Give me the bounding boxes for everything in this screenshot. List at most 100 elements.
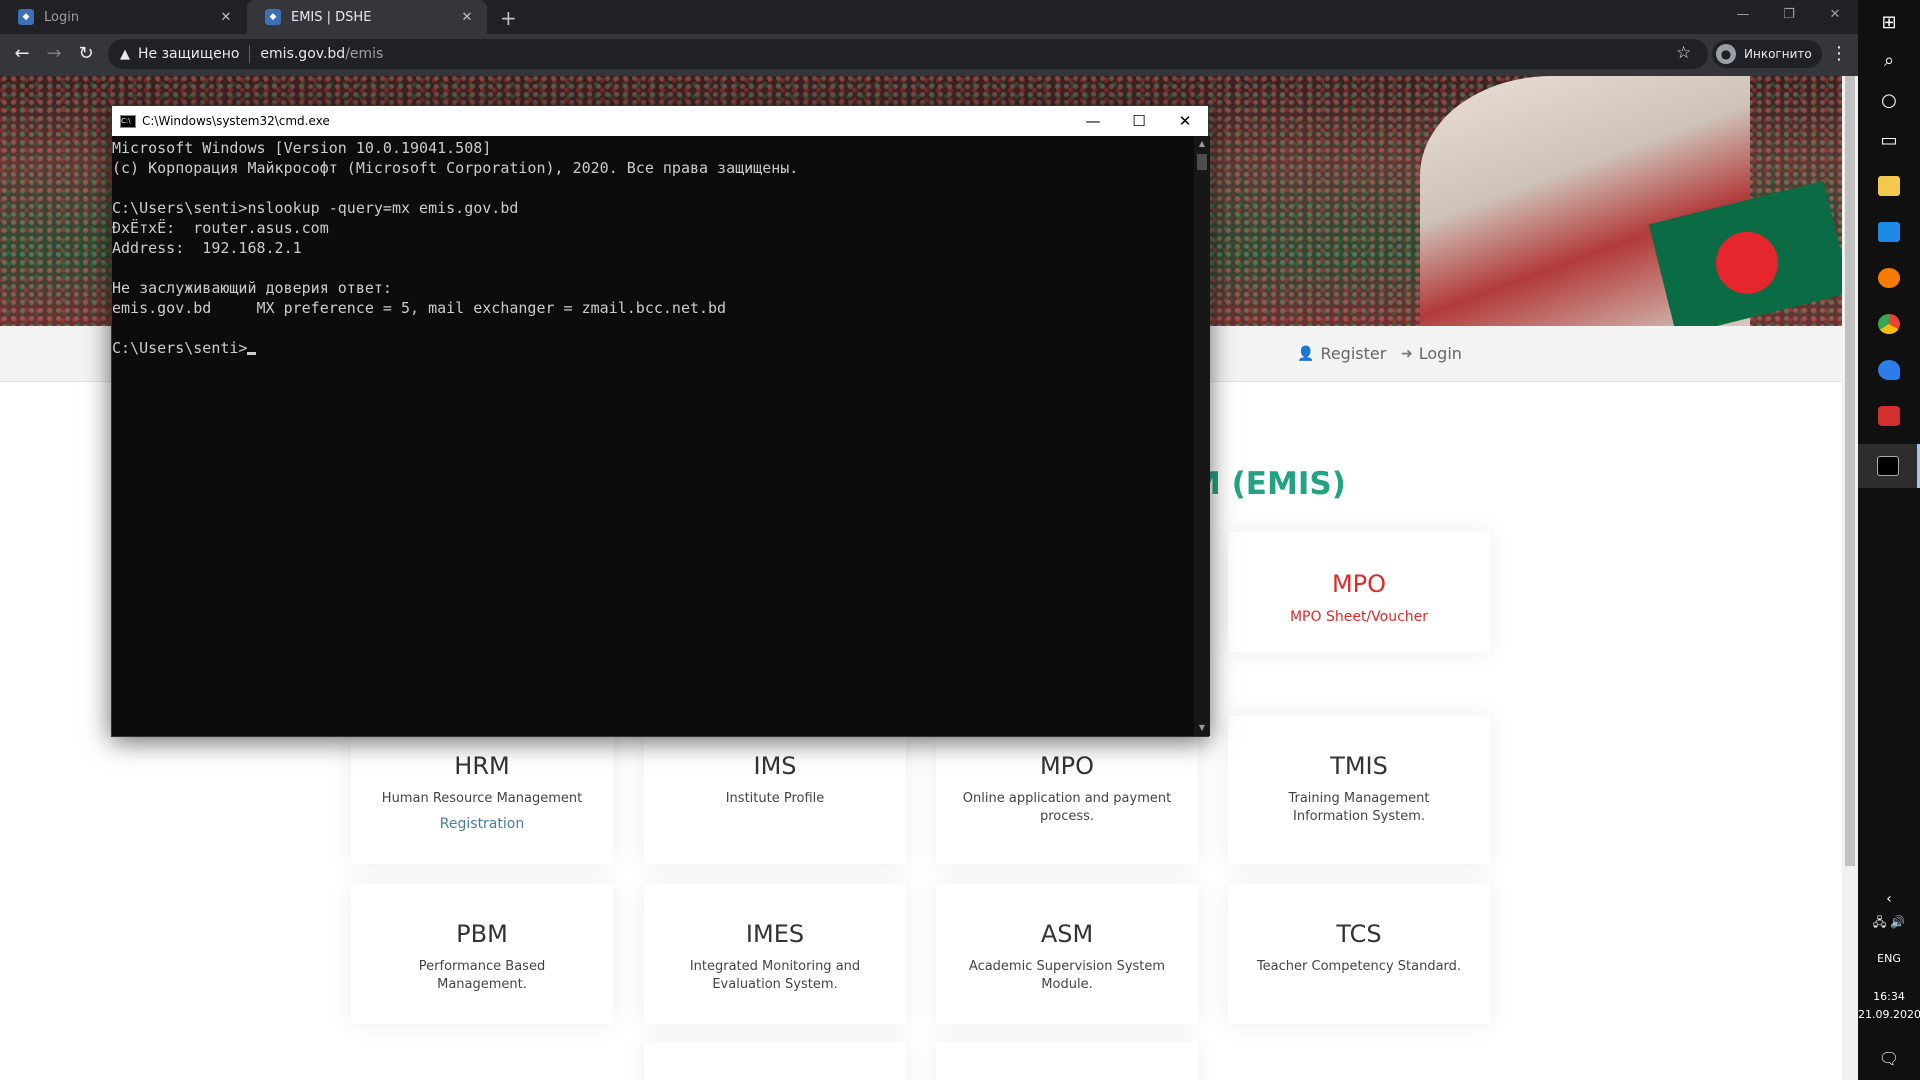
- task-view-icon[interactable]: ▭: [1858, 118, 1920, 162]
- reload-icon[interactable]: ↻: [74, 42, 98, 66]
- register-label: Register: [1320, 344, 1387, 363]
- card-description: Academic Supervision System Module.: [968, 959, 1166, 992]
- flag-disc: [1709, 225, 1785, 301]
- browser-menu-icon[interactable]: ⋮: [1830, 43, 1848, 64]
- incognito-badge[interactable]: ● Инкогнито: [1712, 40, 1822, 68]
- sign-in-icon: ➜: [1401, 345, 1413, 362]
- card-title: IMS: [753, 752, 797, 780]
- incognito-icon: ●: [1716, 44, 1736, 64]
- divider: [249, 45, 251, 63]
- scroll-up-icon[interactable]: ▲: [1194, 136, 1210, 152]
- tab-close-icon[interactable]: ✕: [459, 10, 475, 25]
- register-link[interactable]: 👤 Register: [1297, 344, 1386, 363]
- user-icon: 👤: [1297, 345, 1315, 362]
- cmd-line: [112, 178, 1194, 198]
- card-asm[interactable]: ASM Academic Supervision System Module.: [936, 884, 1198, 1024]
- card-imes[interactable]: IMES Integrated Monitoring and Evaluatio…: [644, 884, 906, 1024]
- card-mpo-online[interactable]: MPO Online application and payment proce…: [936, 716, 1198, 864]
- card-title: PBM: [456, 920, 508, 948]
- tab-close-icon[interactable]: ✕: [218, 10, 234, 25]
- card-description: Teacher Competency Standard.: [1256, 959, 1462, 974]
- url-host: emis.gov.bd: [260, 46, 346, 62]
- cmd-line: C:\Users\senti>nslookup -query=mx emis.g…: [112, 199, 519, 217]
- mail-icon[interactable]: [1858, 210, 1920, 254]
- card-hrm[interactable]: HRM Human Resource Management Registrati…: [351, 716, 613, 864]
- page-scrollbar[interactable]: [1842, 76, 1858, 1080]
- app-orange-icon[interactable]: [1858, 256, 1920, 300]
- tab-login[interactable]: ◆ Login ✕: [0, 0, 246, 34]
- card-title: TMIS: [1330, 752, 1388, 780]
- bookmark-star-icon[interactable]: ☆: [1676, 43, 1691, 63]
- show-hidden-icons-icon[interactable]: ‹: [1858, 886, 1920, 912]
- browser-toolbar: ← → ↻ ▲ Не защищено emis.gov.bd/emis ☆ ●…: [0, 34, 1858, 76]
- incognito-label: Инкогнито: [1744, 47, 1812, 61]
- cmd-line: emis.gov.bd MX preference = 5, mail exch…: [112, 299, 727, 317]
- browser-tab-strip: ◆ Login ✕ ◆ EMIS | DSHE ✕ + — ❐ ✕: [0, 0, 1858, 34]
- chrome-icon[interactable]: [1858, 302, 1920, 346]
- cmd-line: ÐxЁтxЁ: router.asus.com: [112, 219, 329, 237]
- cmd-prompt-line[interactable]: C:\Users\senti>: [112, 338, 1194, 358]
- registration-link[interactable]: Registration: [351, 816, 613, 832]
- cortana-icon[interactable]: ○: [1858, 78, 1920, 122]
- back-arrow-icon[interactable]: ←: [10, 42, 34, 66]
- card-pbm[interactable]: PBM Performance Based Management.: [351, 884, 613, 1024]
- scrollbar-thumb[interactable]: [1845, 76, 1855, 866]
- cmd-titlebar[interactable]: C:\ C:\Windows\system32\cmd.exe — ☐ ✕: [112, 106, 1208, 136]
- cmd-scrollbar[interactable]: ▲ ▼: [1194, 136, 1210, 736]
- tab-emis[interactable]: ◆ EMIS | DSHE ✕: [247, 0, 487, 34]
- cmd-scroll-thumb[interactable]: [1197, 154, 1207, 170]
- cmd-line: [112, 318, 1194, 338]
- card-title: MPO: [1039, 752, 1095, 780]
- network-volume-icon[interactable]: 🖧 🔊: [1858, 912, 1920, 934]
- page-heading: M (EMIS): [1190, 466, 1346, 502]
- cmd-close-button[interactable]: ✕: [1162, 106, 1208, 136]
- text-cursor: [247, 352, 257, 355]
- address-bar[interactable]: ▲ Не защищено emis.gov.bd/emis: [108, 39, 1708, 69]
- cmd-console-output[interactable]: Microsoft Windows [Version 10.0.19041.50…: [112, 136, 1194, 736]
- cmd-maximize-button[interactable]: ☐: [1116, 106, 1162, 136]
- card-description: MPO Sheet/Voucher: [1289, 609, 1429, 625]
- card-title: MPO: [1331, 570, 1387, 598]
- card-title: IMES: [745, 920, 805, 948]
- notifications-icon[interactable]: 🗨: [1858, 1040, 1920, 1076]
- card-description: Human Resource Management: [381, 791, 583, 806]
- card-tmis[interactable]: TMIS Training Management Information Sys…: [1228, 716, 1490, 864]
- clock-time[interactable]: 16:34: [1858, 990, 1920, 1003]
- windows-taskbar: ⊞ ⌕ ○ ▭ ‹ 🖧 🔊 ENG 16:34 21.09.2020 🗨: [1858, 0, 1920, 1080]
- card-ims[interactable]: IMS Institute Profile: [644, 716, 906, 864]
- app-red-icon[interactable]: [1858, 394, 1920, 438]
- card-partial[interactable]: [644, 1042, 906, 1080]
- cmd-window[interactable]: C:\ C:\Windows\system32\cmd.exe — ☐ ✕ Mi…: [111, 105, 1210, 737]
- site-favicon-icon: ◆: [18, 9, 34, 25]
- window-minimize-button[interactable]: —: [1720, 0, 1766, 30]
- card-title: ASM: [1040, 920, 1094, 948]
- window-restore-button[interactable]: ❐: [1766, 0, 1812, 30]
- card-title: HRM: [454, 752, 510, 780]
- card-description: Institute Profile: [725, 791, 825, 806]
- cmd-line: (c) Корпорация Майкрософт (Microsoft Cor…: [112, 159, 799, 177]
- language-indicator[interactable]: ENG: [1858, 952, 1920, 965]
- tab-label: EMIS | DSHE: [291, 9, 372, 25]
- file-explorer-icon[interactable]: [1858, 164, 1920, 208]
- cmd-line: Microsoft Windows [Version 10.0.19041.50…: [112, 139, 492, 157]
- card-mpo-sheet[interactable]: MPO MPO Sheet/Voucher: [1228, 532, 1490, 652]
- cmd-taskbar-icon[interactable]: [1858, 444, 1920, 488]
- scroll-down-icon[interactable]: ▼: [1194, 720, 1210, 736]
- login-label: Login: [1418, 344, 1462, 363]
- edge-icon[interactable]: [1858, 348, 1920, 392]
- warning-triangle-icon: ▲: [120, 46, 130, 62]
- search-icon[interactable]: ⌕: [1858, 38, 1920, 82]
- cmd-prompt: C:\Users\senti>: [112, 339, 248, 357]
- clock-date[interactable]: 21.09.2020: [1858, 1008, 1920, 1021]
- cmd-title: C:\Windows\system32\cmd.exe: [142, 114, 330, 128]
- card-tcs[interactable]: TCS Teacher Competency Standard.: [1228, 884, 1490, 1024]
- card-title: TCS: [1336, 920, 1382, 948]
- window-close-button[interactable]: ✕: [1812, 0, 1858, 30]
- card-description: Performance Based Management.: [418, 959, 546, 992]
- new-tab-button[interactable]: +: [500, 6, 517, 30]
- cmd-line: Не заслуживающий доверия ответ:: [112, 279, 392, 297]
- login-link[interactable]: ➜ Login: [1401, 344, 1462, 363]
- cmd-minimize-button[interactable]: —: [1070, 106, 1116, 136]
- card-partial[interactable]: [936, 1042, 1198, 1080]
- forward-arrow-icon[interactable]: →: [42, 42, 66, 66]
